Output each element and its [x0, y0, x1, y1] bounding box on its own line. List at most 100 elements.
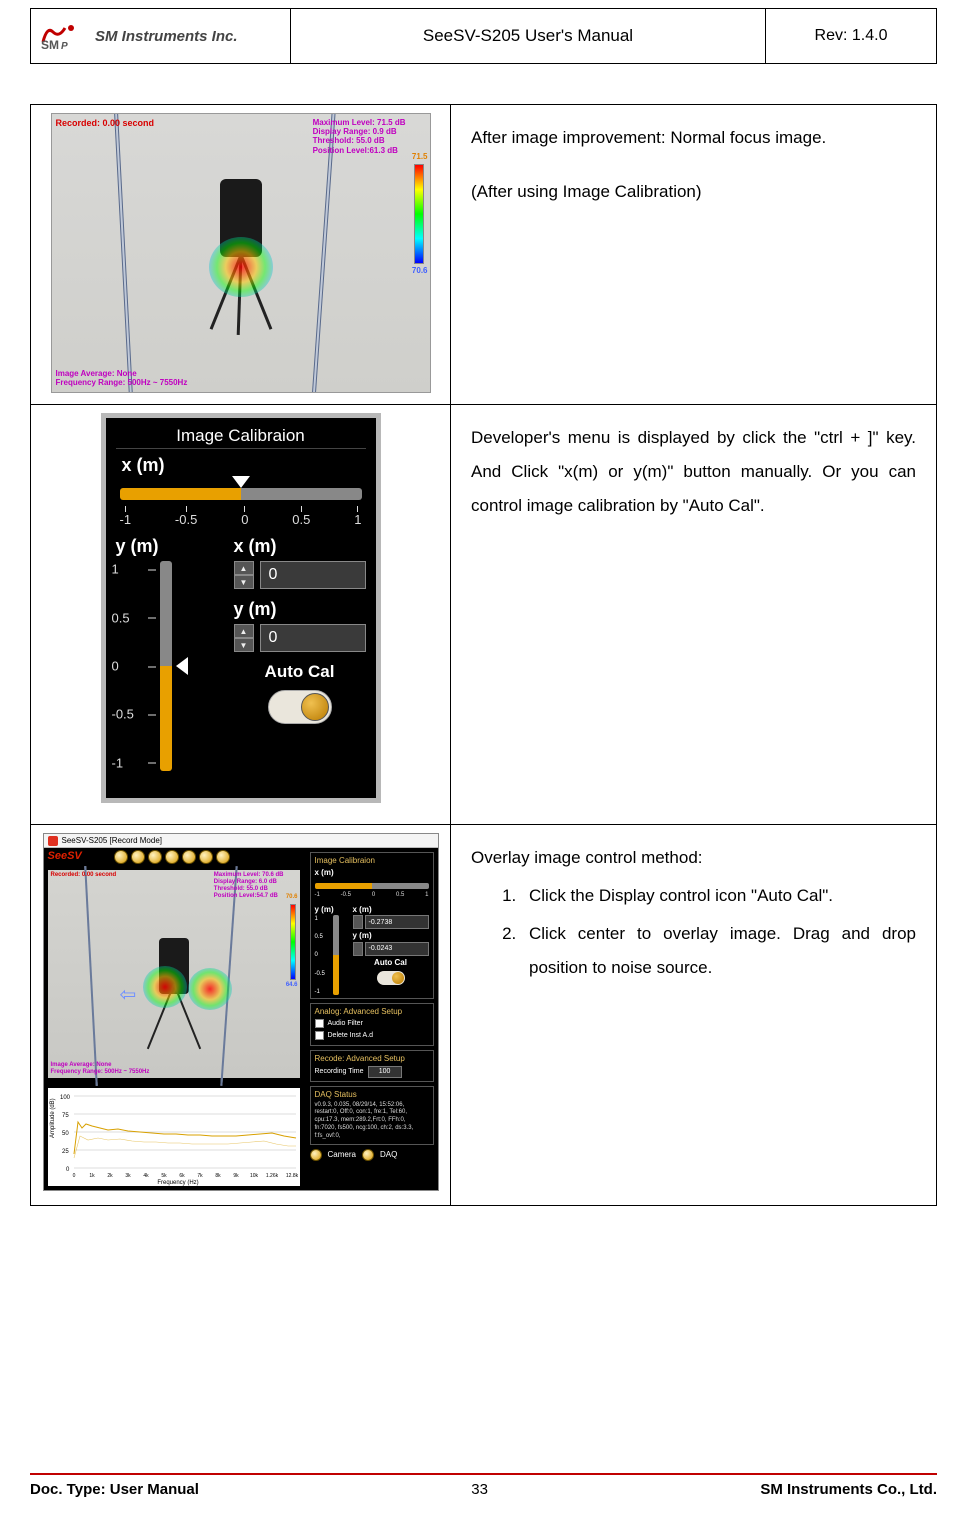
x-slider-mini[interactable]: -1 -0.5 0 0.5 1 — [315, 881, 429, 903]
autocal-label-mini: Auto Cal — [353, 958, 429, 969]
spinner-down-icon[interactable]: ▼ — [234, 638, 254, 652]
y-value-mini[interactable]: -0.0243 — [365, 942, 429, 956]
y-value-spinner[interactable]: ▲ ▼ 0 — [234, 624, 366, 652]
tick: 0 — [372, 891, 375, 899]
round-button[interactable] — [310, 1149, 322, 1161]
y-slider-mini[interactable]: 1 0.5 0 -0.5 -1 — [315, 915, 349, 995]
recording-time-field[interactable]: 100 — [368, 1066, 402, 1078]
autocal-toggle[interactable] — [268, 690, 332, 724]
tick: 1 — [425, 891, 428, 899]
ytick: 100 — [60, 1095, 71, 1101]
toolbar-button[interactable] — [165, 850, 179, 864]
xtick: 6k — [179, 1173, 185, 1179]
bottom-status-buttons: Camera DAQ — [310, 1149, 434, 1161]
xtick: 3k — [125, 1173, 131, 1179]
colorbar-icon — [414, 164, 424, 264]
acoustic-blob-overlay — [188, 968, 232, 1010]
spinner-icon[interactable] — [353, 915, 363, 929]
tick: 0 — [241, 506, 248, 527]
colorbar-icon — [290, 904, 296, 980]
camera-label: Camera — [328, 1150, 356, 1159]
page-footer: Doc. Type: User Manual 33 SM Instruments… — [30, 1473, 937, 1498]
acoustic-blob-overlay — [209, 237, 273, 297]
y-axis-label: Amplitude (dB) — [50, 1098, 56, 1138]
cable-icon — [113, 113, 134, 393]
content-table: Recorded: 0.00 second Maximum Level: 71.… — [30, 104, 937, 1206]
round-button[interactable] — [362, 1149, 374, 1161]
x-value-mini[interactable]: -0.2738 — [365, 915, 429, 929]
x-slider[interactable]: -1 -0.5 0 0.5 1 — [120, 480, 362, 530]
daq-label: DAQ — [380, 1150, 397, 1159]
autocal-toggle-mini[interactable] — [377, 971, 405, 985]
y-axis-label: y (m) — [116, 536, 212, 557]
image-calibration-panel: Image Calibraion x (m) -1 -0.5 0 0.5 1 — [101, 413, 381, 803]
x-axis-label: x (m) — [122, 455, 366, 476]
checkbox-icon[interactable] — [315, 1031, 324, 1040]
spectrum-chart: Amplitude (dB) Frequency (Hz) 100 75 50 … — [48, 1088, 300, 1186]
checkbox-label: Audio Filter — [328, 1019, 363, 1028]
x-axis-label: Frequency (Hz) — [157, 1180, 198, 1186]
tick: 1 — [112, 562, 119, 577]
window-titlebar: SeeSV-S205 [Record Mode] — [44, 834, 438, 848]
xtick: 12.8k — [285, 1173, 298, 1179]
analog-section: Analog: Advanced Setup Audio Filter Dele… — [310, 1003, 434, 1046]
recorded-time-label: Recorded: 0.00 second — [56, 118, 155, 128]
camera-view[interactable]: ⇦ Recorded: 0.00 second Maximum Level: 7… — [48, 870, 300, 1078]
spinner-icon[interactable] — [353, 942, 363, 956]
tick: 0.5 — [112, 610, 130, 625]
xtick: 1k — [89, 1173, 95, 1179]
document-header: SM P SM Instruments Inc. SeeSV-S205 User… — [30, 8, 937, 64]
app-icon — [48, 836, 58, 846]
app-right-pane: Image Calibraion x (m) -1 -0.5 0 0.5 — [306, 848, 438, 1190]
tick: 0 — [315, 951, 318, 959]
acoustic-blob-overlay[interactable] — [143, 966, 187, 1008]
svg-text:P: P — [61, 41, 68, 50]
delete-inst-checkbox[interactable]: Delete Inst A.d — [315, 1031, 429, 1040]
row2-desc: Developer's menu is displayed by click t… — [471, 421, 916, 523]
threshold: Threshold: 55.0 dB — [214, 886, 284, 893]
toolbar-button[interactable] — [131, 850, 145, 864]
toggle-knob-icon[interactable] — [301, 693, 329, 721]
row2-image-cell: Image Calibraion x (m) -1 -0.5 0 0.5 1 — [31, 405, 451, 824]
slider-thumb-icon[interactable] — [176, 657, 188, 675]
row3-step-1: Click the Display control icon "Auto Cal… — [521, 879, 916, 913]
spinner-up-icon[interactable]: ▲ — [234, 561, 254, 575]
company-label: SM Instruments Co., Ltd. — [760, 1481, 937, 1498]
ytick: 25 — [62, 1149, 69, 1155]
checkbox-icon[interactable] — [315, 1019, 324, 1028]
section-title: Recode: Advanced Setup — [315, 1054, 429, 1065]
app-window-screenshot: SeeSV-S205 [Record Mode] SeeSV — [43, 833, 439, 1191]
daq-status-text: v0.9.3, 0.035, 08/29/14, 15:52:06, resta… — [315, 1102, 429, 1141]
help-button[interactable] — [216, 850, 230, 864]
xtick: 1.26k — [265, 1173, 278, 1179]
image-average: Image Average: None — [51, 1062, 150, 1069]
slider-thumb-icon[interactable] — [232, 476, 250, 488]
y-value-field[interactable]: 0 — [260, 624, 366, 652]
tick: -1 — [315, 891, 320, 899]
spinner-down-icon[interactable]: ▼ — [234, 575, 254, 589]
tick: 1 — [354, 506, 361, 527]
y-slider[interactable]: 1 0.5 0 -0.5 -1 — [148, 561, 212, 771]
recorded-time-label: Recorded: 0.00 second — [51, 872, 117, 878]
toolbar-button[interactable] — [199, 850, 213, 864]
y-value-spinner-mini[interactable]: -0.0243 — [353, 942, 429, 956]
colorbar-min: 70.6 — [412, 266, 428, 275]
toolbar-button[interactable] — [114, 850, 128, 864]
position-level: Position Level:61.3 dB — [313, 146, 406, 155]
max-level: Maximum Level: 71.5 dB — [313, 118, 406, 127]
spinner-up-icon[interactable]: ▲ — [234, 624, 254, 638]
display-range: Display Range: 6.0 dB — [214, 879, 284, 886]
x-value-spinner[interactable]: ▲ ▼ 0 — [234, 561, 366, 589]
page-number: 33 — [471, 1481, 488, 1498]
audio-filter-checkbox[interactable]: Audio Filter — [315, 1019, 429, 1028]
row3-desc-head: Overlay image control method: — [471, 841, 916, 875]
recording-time-label: Recording Time — [315, 1067, 364, 1076]
y-axis-label-2: y (m) — [234, 599, 366, 620]
toolbar-button[interactable] — [182, 850, 196, 864]
x-label: x (m) — [315, 868, 429, 879]
x-value-field[interactable]: 0 — [260, 561, 366, 589]
toolbar-button[interactable] — [148, 850, 162, 864]
row1-image-cell: Recorded: 0.00 second Maximum Level: 71.… — [31, 105, 451, 404]
threshold: Threshold: 55.0 dB — [313, 136, 406, 145]
x-value-spinner-mini[interactable]: -0.2738 — [353, 915, 429, 929]
